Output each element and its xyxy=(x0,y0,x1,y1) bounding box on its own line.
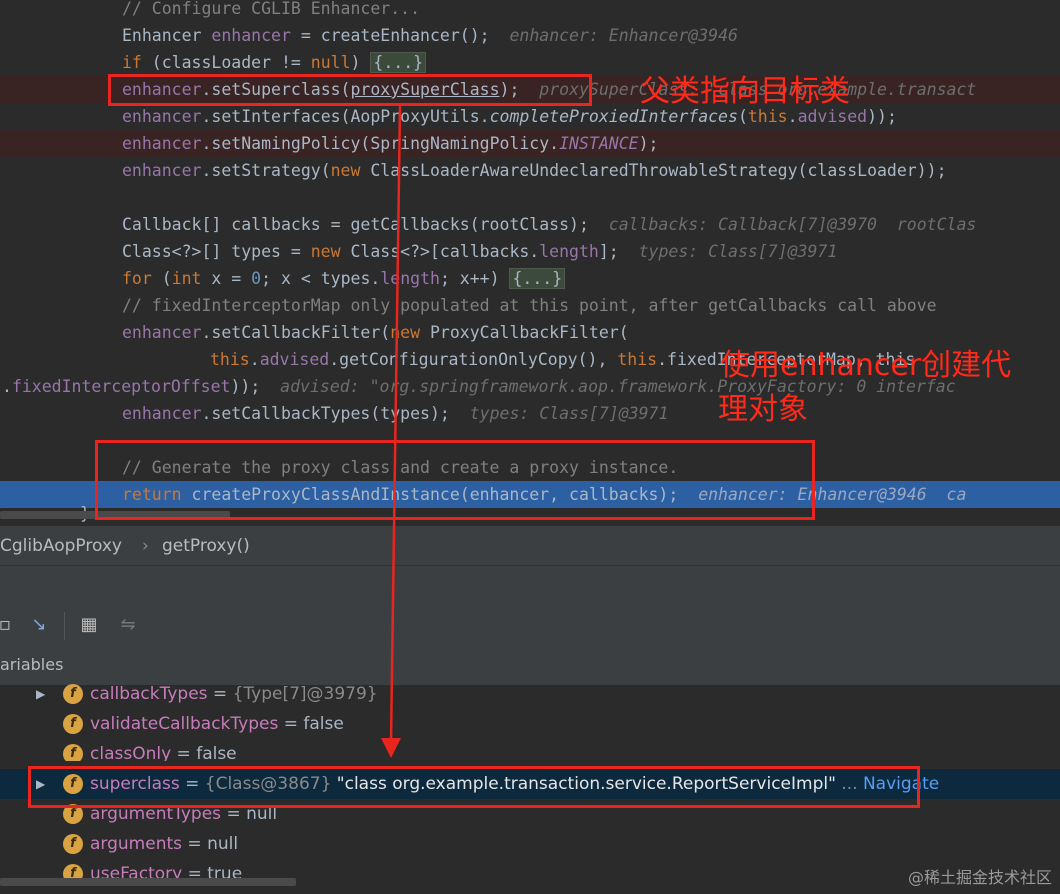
annotation-superclass-note: 父类指向目标类 xyxy=(640,74,850,109)
watermark: @稀土掘金技术社区 xyxy=(907,868,1052,887)
annotation-enhancer-note-2: 理对象 xyxy=(718,392,808,427)
annotation-arrow xyxy=(381,105,402,758)
annotation-enhancer-note: 使用enhancer创建代 xyxy=(720,348,1012,383)
